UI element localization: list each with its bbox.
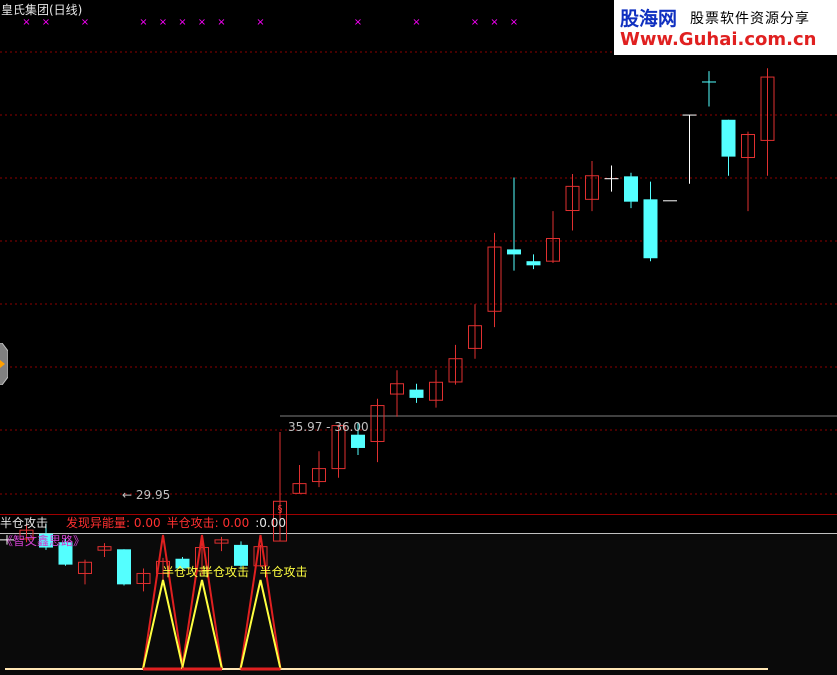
candle-body [526, 261, 541, 266]
indicator-name[interactable]: 半仓攻击 [0, 516, 48, 530]
candle-body [721, 119, 736, 157]
formula-name: 《智文鑫思路》 [1, 534, 86, 548]
signal-marker: × [256, 17, 264, 28]
bottom-marker: § [278, 504, 283, 515]
indicator-header: 半仓攻击 发现异能量: 0.00 半仓攻击: 0.00 :0.00 [0, 515, 286, 531]
signal-marker: × [412, 17, 420, 28]
indicator-field-label: 半仓攻击: [166, 516, 219, 530]
indicator-field-value: 0.00 [133, 516, 161, 530]
indicator-field: :0.00 [255, 516, 286, 530]
signal-label: 半仓攻击 [259, 565, 308, 579]
watermark: 股海网 股票软件资源分享 Www.Guhai.com.cn [614, 0, 837, 55]
signal-marker: × [81, 17, 89, 28]
price-low-label: ← 29.95 [122, 488, 171, 502]
signal-marker: × [510, 17, 518, 28]
watermark-logo: 股海网 [620, 8, 678, 30]
candle-body [624, 176, 638, 202]
signal-label: 半仓攻击 [201, 565, 250, 579]
candle-body [643, 199, 658, 259]
watermark-url: Www.Guhai.com.cn [620, 29, 817, 50]
candle-body [351, 434, 365, 448]
indicator-field-value: 0.00 [222, 516, 250, 530]
indicator-field-label: 发现异能量: [66, 516, 131, 530]
candle-body [702, 81, 716, 83]
signal-marker: × [471, 17, 479, 28]
indicator-field: 半仓攻击: 0.00 [167, 516, 250, 530]
signal-marker: × [198, 17, 206, 28]
signal-marker: × [490, 17, 498, 28]
signal-marker: × [159, 17, 167, 28]
scroll-handle[interactable] [0, 343, 8, 385]
indicator-field-value: 0.00 [259, 516, 286, 530]
signal-marker: × [22, 17, 30, 28]
signal-marker: × [217, 17, 225, 28]
price-high-label: 35.97 - 36.00 [288, 420, 369, 434]
watermark-slogan: 股票软件资源分享 [690, 11, 810, 27]
candle-body [409, 389, 424, 398]
candle-body [117, 549, 131, 585]
indicator-field: 发现异能量: 0.00 [66, 516, 161, 530]
kline-chart: × × × × × × × × × × × × × × § [0, 17, 837, 675]
signal-marker: × [42, 17, 50, 28]
signal-marker: × [139, 17, 147, 28]
candle-body [507, 249, 521, 255]
signal-marker: × [178, 17, 186, 28]
signal-marker: × [354, 17, 362, 28]
stock-title: 皇氏集团(日线) [1, 3, 83, 17]
